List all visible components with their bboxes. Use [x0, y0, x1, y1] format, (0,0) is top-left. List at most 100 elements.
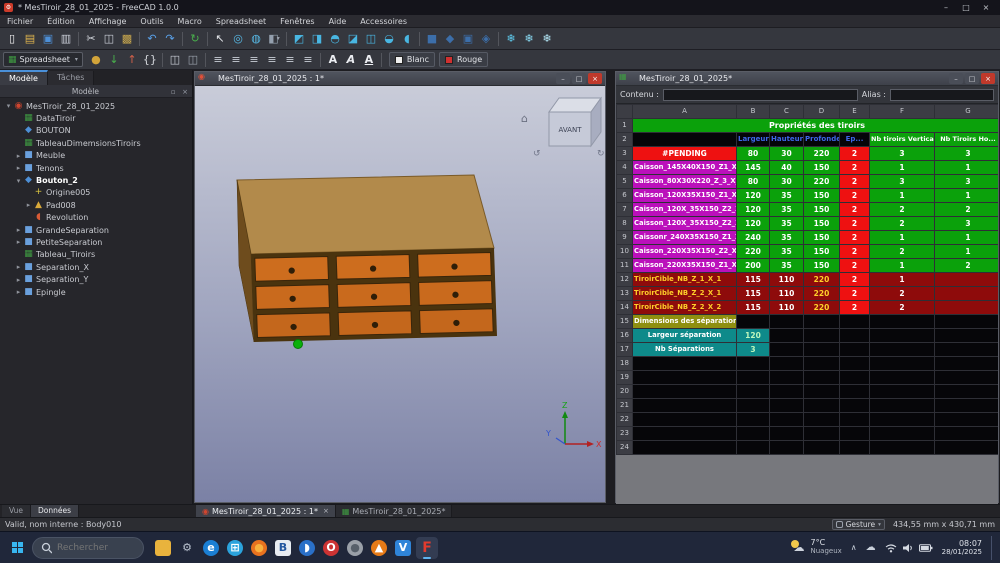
cell-E24[interactable] — [840, 441, 870, 455]
weather-widget[interactable]: ☁ 7°C Nuageux — [790, 539, 841, 555]
cell-F21[interactable] — [870, 399, 935, 413]
freeze-view-button[interactable]: ❄ — [502, 30, 520, 48]
cell-D19[interactable] — [804, 371, 840, 385]
cell-G7[interactable]: 2 — [935, 203, 999, 217]
cell-G15[interactable] — [935, 315, 999, 329]
cell-A12[interactable]: TiroirCible_NB_Z_1_X_1 — [633, 273, 737, 287]
freeze-add-button[interactable]: ❄ — [520, 30, 538, 48]
cell-C8[interactable]: 35 — [770, 217, 804, 231]
cell-G18[interactable] — [935, 357, 999, 371]
cell-F11[interactable]: 1 — [870, 259, 935, 273]
rouge-button[interactable]: Rouge — [439, 52, 488, 67]
cell-C17[interactable] — [770, 343, 804, 357]
view-front-button[interactable]: ◨ — [308, 30, 326, 48]
cell-G9[interactable]: 1 — [935, 231, 999, 245]
cell-A13[interactable]: TiroirCible_NB_Z_2_X_1 — [633, 287, 737, 301]
3d-view-titlebar[interactable]: ◉ MesTiroir_28_01_2025 : 1* – □ × — [195, 72, 605, 86]
cabinet-model[interactable] — [237, 175, 497, 349]
view-isometric-button[interactable]: ◩ — [290, 30, 308, 48]
cell-D20[interactable] — [804, 385, 840, 399]
font-underline-button[interactable]: A — [360, 51, 378, 69]
cell-D22[interactable] — [804, 413, 840, 427]
cell-E15[interactable] — [840, 315, 870, 329]
cell-B20[interactable] — [737, 385, 770, 399]
wifi-icon[interactable] — [885, 543, 897, 553]
cell-F22[interactable] — [870, 413, 935, 427]
expand-arrow-icon[interactable]: ▾ — [4, 102, 13, 110]
cell-A3[interactable]: #PENDING — [633, 147, 737, 161]
cell-A19[interactable] — [633, 371, 737, 385]
cube-section-button[interactable]: ▣ — [459, 30, 477, 48]
cell-F6[interactable]: 1 — [870, 189, 935, 203]
cell-G4[interactable]: 1 — [935, 161, 999, 175]
cell-A16[interactable]: Largeur séparation — [633, 329, 737, 343]
save-button[interactable]: ▣ — [39, 30, 57, 48]
row-header-16[interactable]: 16 — [617, 329, 633, 343]
import-sheet-button[interactable]: ↓ — [105, 51, 123, 69]
cell-C14[interactable]: 110 — [770, 301, 804, 315]
cell-G20[interactable] — [935, 385, 999, 399]
row-header-3[interactable]: 3 — [617, 147, 633, 161]
cell-A24[interactable] — [633, 441, 737, 455]
align-top-button[interactable]: ≡ — [263, 51, 281, 69]
taskbar-app-freecad[interactable]: F — [416, 537, 438, 559]
view-top-button[interactable]: ◓ — [326, 30, 344, 48]
cell-B14[interactable]: 115 — [737, 301, 770, 315]
cell-F16[interactable] — [870, 329, 935, 343]
cell-E17[interactable] — [840, 343, 870, 357]
cell-G17[interactable] — [935, 343, 999, 357]
row-header-8[interactable]: 8 — [617, 217, 633, 231]
cell-A15[interactable]: Dimensions des séparations — [633, 315, 737, 329]
cell-D8[interactable]: 150 — [804, 217, 840, 231]
taskbar-app-thunderbird[interactable]: ◗ — [296, 537, 318, 559]
row-header-5[interactable]: 5 — [617, 175, 633, 189]
expand-arrow-icon[interactable]: ▸ — [14, 288, 23, 296]
font-italic-button[interactable]: A — [342, 51, 360, 69]
menu-outils[interactable]: Outils — [133, 15, 170, 28]
split-cells-button[interactable]: ◫ — [184, 51, 202, 69]
document-tab-mestiroir-28-01-2025-1[interactable]: ◉MesTiroir_28_01_2025 : 1*× — [196, 505, 336, 517]
align-bottom-button[interactable]: ≡ — [299, 51, 317, 69]
cell-B2[interactable]: Largeur — [737, 133, 770, 147]
row-header-15[interactable]: 15 — [617, 315, 633, 329]
cell-C12[interactable]: 110 — [770, 273, 804, 287]
new-document-button[interactable]: ▯ — [3, 30, 21, 48]
zoom-fit-button[interactable]: ◎ — [229, 30, 247, 48]
expand-arrow-icon[interactable]: ▸ — [14, 263, 23, 271]
select-button[interactable]: ↖ — [211, 30, 229, 48]
cell-F20[interactable] — [870, 385, 935, 399]
battery-icon[interactable] — [919, 544, 933, 552]
row-header-6[interactable]: 6 — [617, 189, 633, 203]
tree-item-mestiroir-28-01-2025[interactable]: ▾◉MesTiroir_28_01_2025 — [0, 100, 192, 112]
taskbar-clock[interactable]: 08:07 28/01/2025 — [942, 539, 982, 556]
cell-A2[interactable] — [633, 133, 737, 147]
cell-D21[interactable] — [804, 399, 840, 413]
panel-close-icon[interactable]: × — [182, 88, 188, 96]
view-right-button[interactable]: ◪ — [344, 30, 362, 48]
cell-F3[interactable]: 3 — [870, 147, 935, 161]
cell-G16[interactable] — [935, 329, 999, 343]
cell-C5[interactable]: 30 — [770, 175, 804, 189]
cell-G11[interactable]: 2 — [935, 259, 999, 273]
cell-B3[interactable]: 80 — [737, 147, 770, 161]
cell-D4[interactable]: 150 — [804, 161, 840, 175]
cell-D9[interactable]: 150 — [804, 231, 840, 245]
cell-A22[interactable] — [633, 413, 737, 427]
zoom-region-button[interactable]: ◍ — [247, 30, 265, 48]
column-header-G[interactable]: G — [935, 105, 999, 119]
cell-E5[interactable]: 2 — [840, 175, 870, 189]
code-braces-button[interactable]: {} — [141, 51, 159, 69]
3d-viewport[interactable]: ⌂ AVANT ↺ ↻ Z X — [195, 86, 605, 502]
close-tab-icon[interactable]: × — [323, 507, 329, 515]
taskbar-app-opera[interactable]: O — [320, 537, 342, 559]
cell-F15[interactable] — [870, 315, 935, 329]
row-header-12[interactable]: 12 — [617, 273, 633, 287]
cell-B15[interactable] — [737, 315, 770, 329]
menu-dition[interactable]: Édition — [40, 15, 82, 28]
merge-cells-button[interactable]: ◫ — [166, 51, 184, 69]
cell-G24[interactable] — [935, 441, 999, 455]
row-header-24[interactable]: 24 — [617, 441, 633, 455]
cell-A21[interactable] — [633, 399, 737, 413]
cell-D16[interactable] — [804, 329, 840, 343]
cell-G23[interactable] — [935, 427, 999, 441]
